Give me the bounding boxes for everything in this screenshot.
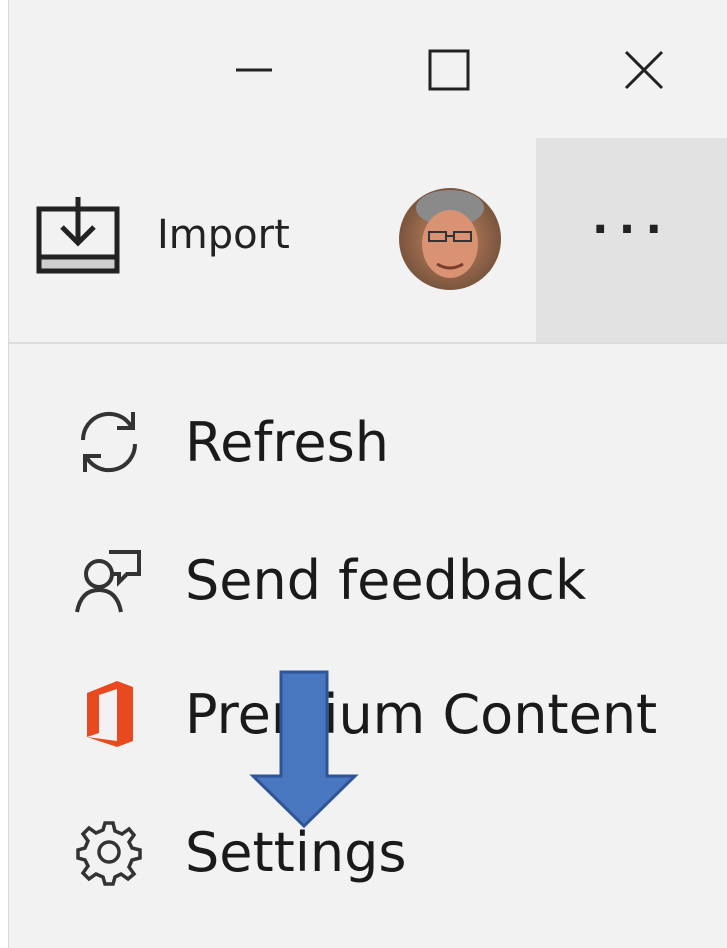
- more-icon: ···: [591, 203, 673, 255]
- menu-item-label: Send feedback: [185, 548, 587, 612]
- import-label: Import: [157, 212, 290, 258]
- avatar[interactable]: [399, 188, 501, 290]
- menu-item-label: Premium Content: [185, 682, 658, 746]
- user-photo-icon: [399, 188, 501, 290]
- maximize-button[interactable]: [399, 20, 499, 120]
- menu-item-label: Settings: [185, 820, 407, 884]
- office-icon: [69, 674, 149, 754]
- gear-icon: [69, 812, 149, 892]
- maximize-icon: [428, 49, 470, 91]
- minimize-icon: [236, 68, 272, 72]
- import-icon: [36, 197, 120, 274]
- more-options-menu: Refresh Send feedback Premium Content Se…: [9, 342, 727, 948]
- photos-app-window: Import ··· Refresh Send feedback Premium…: [8, 0, 727, 948]
- more-options-button[interactable]: ···: [536, 138, 727, 344]
- title-bar: [9, 0, 727, 140]
- close-button[interactable]: [594, 20, 694, 120]
- import-button[interactable]: Import: [35, 190, 290, 280]
- feedback-icon: [69, 540, 149, 620]
- minimize-button[interactable]: [204, 20, 304, 120]
- menu-item-send-feedback[interactable]: Send feedback: [9, 516, 727, 644]
- menu-item-refresh[interactable]: Refresh: [9, 378, 727, 506]
- toolbar: Import ···: [9, 138, 727, 344]
- menu-item-premium-content[interactable]: Premium Content: [9, 650, 727, 778]
- menu-item-label: Refresh: [185, 410, 389, 474]
- refresh-icon: [69, 402, 149, 482]
- close-icon: [624, 50, 664, 90]
- menu-item-settings[interactable]: Settings: [9, 788, 727, 916]
